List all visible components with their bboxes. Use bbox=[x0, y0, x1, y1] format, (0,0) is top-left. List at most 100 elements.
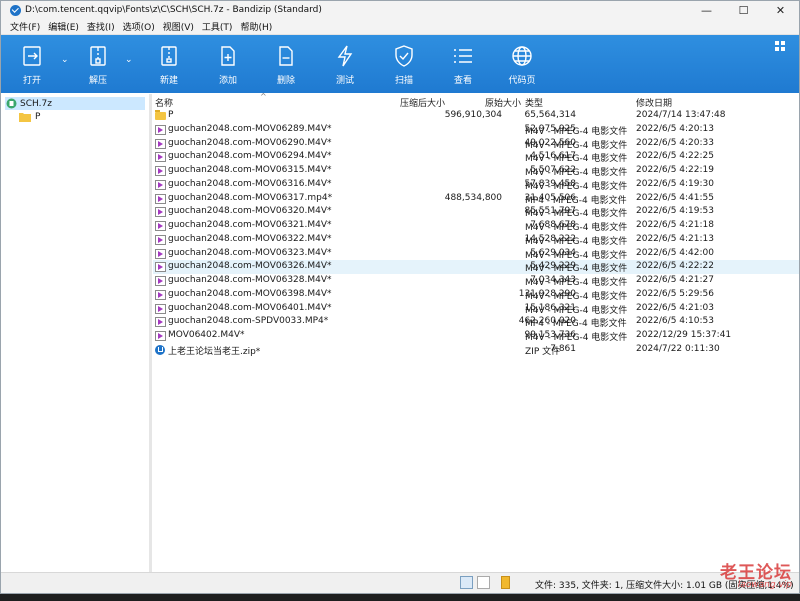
cell-modified: 2022/6/5 4:22:22 bbox=[636, 261, 714, 272]
maximize-button[interactable]: ☐ bbox=[725, 1, 762, 19]
table-row[interactable]: guochan2048.com-SPDV0033.MP4* 462,260,020… bbox=[153, 315, 799, 329]
tree-splitter[interactable] bbox=[149, 94, 152, 572]
tree-item-p[interactable]: P bbox=[1, 110, 149, 123]
table-row[interactable]: guochan2048.com-MOV06315.M4V* 5,507,622 M4… bbox=[153, 164, 799, 178]
cell-name: guochan2048.com-MOV06401.M4V* bbox=[168, 302, 332, 313]
column-name[interactable]: 名称 bbox=[155, 96, 173, 109]
title-bar: D:\com.tencent.qqvip\Fonts\z\C\SCH\SCH.7… bbox=[1, 1, 799, 19]
cell-modified: 2022/6/5 4:21:03 bbox=[636, 302, 714, 313]
table-row[interactable]: guochan2048.com-MOV06317.mp4* 488,534,800… bbox=[153, 192, 799, 206]
open-dropdown-chevron-icon[interactable]: ⌄ bbox=[61, 55, 69, 65]
menu-tools[interactable]: 工具(T) bbox=[198, 20, 237, 33]
cell-type: M4V - MPEG-4 电影文件 bbox=[525, 223, 628, 233]
cell-type: M4V - MPEG-4 电影文件 bbox=[525, 305, 628, 316]
video-file-icon bbox=[155, 179, 166, 190]
cell-modified: 2022/6/5 4:20:13 bbox=[636, 123, 714, 134]
open-button[interactable]: 打开 bbox=[15, 35, 49, 93]
scan-button[interactable]: 扫描 bbox=[387, 35, 421, 93]
cell-type: M4V - MPEG-4 电影文件 bbox=[525, 250, 628, 261]
table-row[interactable]: P 596,910,304 65,564,314 2024/7/14 13:47:48 bbox=[153, 109, 799, 123]
table-row[interactable]: guochan2048.com-MOV06321.M4V* 7,688,678 M4… bbox=[153, 219, 799, 233]
column-compressed[interactable]: 压缩后大小 bbox=[400, 96, 445, 109]
cell-type: M4V - MPEG-4 电影文件 bbox=[525, 291, 628, 302]
cell-modified: 2022/6/5 4:19:53 bbox=[636, 206, 714, 217]
table-row[interactable]: guochan2048.com-MOV06401.M4V* 15,186,321 M… bbox=[153, 302, 799, 316]
cell-modified: 2022/6/5 4:21:18 bbox=[636, 220, 714, 230]
toolbar: 打开 ⌄ 解压 ⌄ 新建 添加 删除 测试 扫描 查看 代码页 bbox=[1, 35, 799, 93]
menu-edit[interactable]: 编辑(E) bbox=[44, 20, 83, 33]
view-label: 查看 bbox=[453, 76, 472, 86]
column-modified[interactable]: 修改日期 bbox=[636, 96, 672, 109]
test-label: 测试 bbox=[335, 76, 354, 86]
tree-root-label: SCH.7z bbox=[20, 98, 52, 109]
cell-type: M4V - MPEG-4 电影文件 bbox=[525, 209, 628, 220]
menu-file[interactable]: 文件(F) bbox=[6, 20, 44, 33]
video-file-icon bbox=[155, 276, 166, 286]
window-controls: — ☐ ✕ bbox=[688, 1, 799, 19]
video-file-icon bbox=[155, 317, 166, 328]
new-archive-button[interactable]: 新建 bbox=[152, 35, 186, 93]
cell-name: guochan2048.com-MOV06322.M4V* bbox=[168, 233, 332, 244]
cell-modified: 2022/12/29 15:37:41 bbox=[636, 330, 732, 340]
delete-button[interactable]: 删除 bbox=[269, 35, 303, 93]
layout-grid-icon[interactable] bbox=[775, 41, 785, 51]
thumbnail-view-icon[interactable] bbox=[477, 576, 490, 589]
table-row[interactable]: guochan2048.com-MOV06289.M4V* 52,975,925 M… bbox=[153, 123, 799, 137]
table-row[interactable]: guochan2048.com-MOV06398.M4V* 131,928,290… bbox=[153, 288, 799, 302]
menu-help[interactable]: 帮助(H) bbox=[236, 20, 276, 33]
tree-child-label: P bbox=[35, 111, 41, 122]
details-view-icon[interactable] bbox=[460, 576, 473, 589]
cell-type: M4V - MPEG-4 电影文件 bbox=[525, 236, 628, 247]
table-row[interactable]: guochan2048.com-MOV06326.M4V* 5,429,229 M4… bbox=[153, 260, 799, 274]
video-file-icon bbox=[155, 166, 166, 176]
cell-modified: 2024/7/22 0:11:30 bbox=[636, 343, 720, 354]
table-row[interactable]: 上老王论坛当老王.zip* 7,861 ZIP 文件 2024/7/22 0:11:3… bbox=[153, 343, 799, 357]
menu-find[interactable]: 查找(I) bbox=[83, 20, 119, 33]
table-row[interactable]: guochan2048.com-MOV06328.M4V* 7,034,343 M4… bbox=[153, 274, 799, 288]
list-header: 名称 ^ 压缩后大小 原始大小 类型 修改日期 bbox=[153, 92, 799, 109]
archive-info-icon[interactable] bbox=[501, 576, 510, 589]
view-button[interactable]: 查看 bbox=[446, 35, 480, 93]
menu-options[interactable]: 选项(O) bbox=[119, 20, 159, 33]
folder-tree: SCH.7z P bbox=[1, 94, 152, 572]
codepage-button[interactable]: 代码页 bbox=[505, 35, 539, 93]
cell-name: MOV06402.M4V* bbox=[168, 330, 245, 340]
menu-view[interactable]: 视图(V) bbox=[159, 20, 198, 33]
cell-type: M4V - MPEG-4 电影文件 bbox=[525, 333, 628, 343]
codepage-label: 代码页 bbox=[508, 76, 536, 86]
zip-file-icon bbox=[155, 344, 165, 355]
cell-name: guochan2048.com-MOV06316.M4V* bbox=[168, 178, 332, 189]
cell-type: M4V - MPEG-4 电影文件 bbox=[525, 154, 628, 165]
cell-name: guochan2048.com-MOV06321.M4V* bbox=[168, 220, 332, 230]
table-row[interactable]: MOV06402.M4V* 99,153,736 M4V - MPEG-4 电影文件… bbox=[153, 329, 799, 343]
cell-type: M4V - MPEG-4 电影文件 bbox=[525, 181, 628, 192]
table-row[interactable]: guochan2048.com-MOV06316.M4V* 57,839,458 M… bbox=[153, 178, 799, 192]
column-type[interactable]: 类型 bbox=[525, 96, 543, 109]
extract-label: 解压 bbox=[88, 76, 107, 86]
column-original[interactable]: 原始大小 bbox=[485, 96, 521, 109]
video-file-icon bbox=[155, 193, 166, 204]
cell-modified: 2022/6/5 4:22:19 bbox=[636, 165, 714, 175]
table-row[interactable]: guochan2048.com-MOV06294.M4V* 4,516,617 M4… bbox=[153, 150, 799, 164]
extract-dropdown-chevron-icon[interactable]: ⌄ bbox=[125, 55, 133, 65]
archive-root-icon bbox=[6, 98, 17, 109]
cell-type: M4V - MPEG-4 电影文件 bbox=[525, 264, 628, 275]
cell-type: M4V - MPEG-4 电影文件 bbox=[525, 126, 628, 137]
close-button[interactable]: ✕ bbox=[762, 1, 799, 19]
video-file-icon bbox=[155, 234, 166, 245]
delete-label: 删除 bbox=[276, 76, 295, 86]
minimize-button[interactable]: — bbox=[688, 1, 725, 19]
cell-name: guochan2048.com-SPDV0033.MP4* bbox=[168, 316, 329, 327]
cell-name: guochan2048.com-MOV06323.M4V* bbox=[168, 247, 332, 258]
cell-type: M4V - MPEG-4 电影文件 bbox=[525, 278, 628, 288]
table-row[interactable]: guochan2048.com-MOV06322.M4V* 14,528,222 M… bbox=[153, 233, 799, 247]
add-button[interactable]: 添加 bbox=[211, 35, 245, 93]
test-button[interactable]: 测试 bbox=[328, 35, 362, 93]
table-row[interactable]: guochan2048.com-MOV06323.M4V* 5,629,034 M4… bbox=[153, 247, 799, 261]
table-row[interactable]: guochan2048.com-MOV06320.M4V* 85,551,797 M… bbox=[153, 205, 799, 219]
table-row[interactable]: guochan2048.com-MOV06290.M4V* 49,022,560 M… bbox=[153, 137, 799, 151]
cell-modified: 2022/6/5 4:21:27 bbox=[636, 275, 714, 285]
extract-button[interactable]: 解压 bbox=[81, 35, 115, 93]
tree-item-root[interactable]: SCH.7z bbox=[5, 97, 145, 110]
bandizip-app-icon bbox=[10, 4, 21, 16]
